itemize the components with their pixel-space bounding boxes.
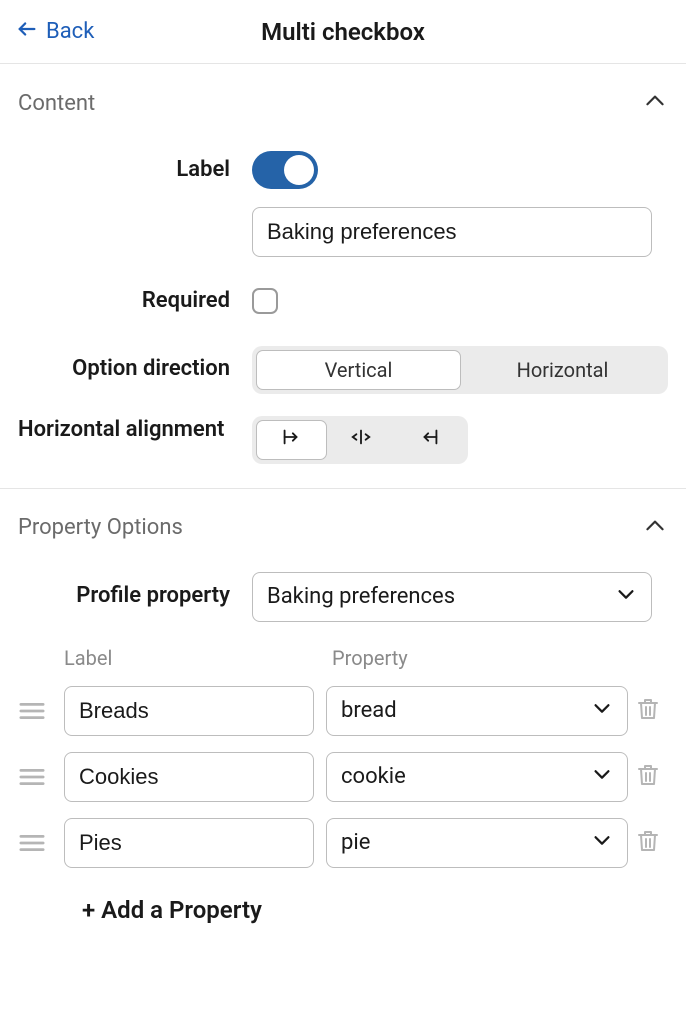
option-row: bread xyxy=(18,686,668,736)
page-title: Multi checkbox xyxy=(261,18,425,46)
drag-handle-icon[interactable] xyxy=(18,767,64,787)
back-label: Back xyxy=(46,19,94,44)
trash-icon xyxy=(636,829,660,857)
option-row: pie xyxy=(18,818,668,868)
drag-handle-icon[interactable] xyxy=(18,701,64,721)
option-property-value: cookie xyxy=(341,764,406,789)
column-label: Label xyxy=(64,646,320,670)
back-button[interactable]: Back xyxy=(16,18,94,46)
chevron-down-icon xyxy=(591,697,613,725)
row-profile-property: Profile property Baking preferences xyxy=(18,572,668,622)
option-property-value: bread xyxy=(341,698,397,723)
label-input[interactable] xyxy=(252,207,652,257)
delete-row-button[interactable] xyxy=(628,763,668,791)
delete-row-button[interactable] xyxy=(628,829,668,857)
option-label-input[interactable] xyxy=(64,818,314,868)
option-label-input[interactable] xyxy=(64,686,314,736)
horizontal-alignment-label: Horizontal alignment xyxy=(18,416,252,445)
option-property-value: pie xyxy=(341,830,370,855)
option-property-select[interactable]: cookie xyxy=(326,752,628,802)
segment-vertical[interactable]: Vertical xyxy=(256,350,461,390)
section-property-options: Property Options Profile property Baking… xyxy=(0,489,686,924)
row-horizontal-alignment: Horizontal alignment xyxy=(18,416,668,464)
chevron-down-icon xyxy=(591,763,613,791)
option-property-select[interactable]: bread xyxy=(326,686,628,736)
label-label: Label xyxy=(18,156,252,185)
row-option-direction: Option direction Vertical Horizontal xyxy=(18,346,668,394)
horizontal-alignment-segmented xyxy=(252,416,468,464)
chevron-up-icon xyxy=(642,88,668,118)
option-direction-label: Option direction xyxy=(18,355,252,384)
row-label-input xyxy=(18,207,668,257)
row-required: Required xyxy=(18,287,668,316)
section-content: Content Label Required xyxy=(0,64,686,489)
required-label: Required xyxy=(18,287,252,316)
section-title: Content xyxy=(18,91,95,116)
profile-property-select[interactable]: Baking preferences xyxy=(252,572,652,622)
chevron-down-icon xyxy=(591,829,613,857)
segment-align-right[interactable] xyxy=(395,420,464,460)
trash-icon xyxy=(636,697,660,725)
option-label-input[interactable] xyxy=(64,752,314,802)
option-columns-header: Label Property xyxy=(18,646,668,670)
section-title: Property Options xyxy=(18,515,183,540)
option-direction-segmented: Vertical Horizontal xyxy=(252,346,668,394)
required-checkbox[interactable] xyxy=(252,288,278,314)
delete-row-button[interactable] xyxy=(628,697,668,725)
segment-align-left[interactable] xyxy=(256,420,327,460)
add-property-button[interactable]: + Add a Property xyxy=(64,896,668,924)
row-label-toggle: Label xyxy=(18,151,668,189)
profile-property-label: Profile property xyxy=(18,582,252,611)
segment-horizontal[interactable]: Horizontal xyxy=(461,350,664,390)
section-header-property-options[interactable]: Property Options xyxy=(0,489,686,564)
arrow-left-icon xyxy=(16,18,38,46)
chevron-up-icon xyxy=(642,513,668,543)
section-header-content[interactable]: Content xyxy=(0,64,686,139)
toggle-knob xyxy=(284,155,314,185)
add-property-label: + Add a Property xyxy=(82,896,262,924)
segment-align-center[interactable] xyxy=(327,420,396,460)
page-header: Back Multi checkbox xyxy=(0,0,686,64)
label-toggle[interactable] xyxy=(252,151,318,189)
profile-property-value: Baking preferences xyxy=(267,584,455,609)
option-row: cookie xyxy=(18,752,668,802)
align-right-icon xyxy=(419,426,441,453)
align-left-icon xyxy=(280,426,302,453)
option-property-select[interactable]: pie xyxy=(326,818,628,868)
chevron-down-icon xyxy=(615,583,637,611)
align-center-icon xyxy=(350,426,372,453)
column-property: Property xyxy=(320,646,668,670)
trash-icon xyxy=(636,763,660,791)
drag-handle-icon[interactable] xyxy=(18,833,64,853)
